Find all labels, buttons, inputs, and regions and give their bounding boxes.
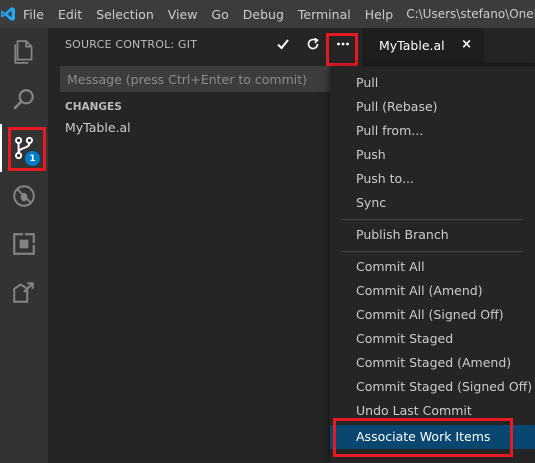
menu-item-pull-rebase[interactable]: Pull (Rebase) [330,95,535,119]
sidebar-title: SOURCE CONTROL: GIT [65,38,198,51]
menu-item-commit-staged-signed-off[interactable]: Commit Staged (Signed Off) [330,375,535,399]
activity-bar: 1 [0,28,48,463]
menu-item-publish-branch[interactable]: Publish Branch [330,223,535,247]
menu-item-associate-work-items[interactable]: Associate Work Items [330,425,535,449]
menu-item-undo-last-commit[interactable]: Undo Last Commit [330,399,535,423]
commit-check-icon[interactable] [268,32,298,56]
menu-separator [342,251,523,252]
remote-explorer-icon[interactable] [0,268,48,316]
debug-icon[interactable] [0,172,48,220]
menu-view[interactable]: View [161,7,205,22]
tab-mytable[interactable]: MyTable.al × [362,28,484,63]
explorer-icon[interactable] [0,28,48,76]
menu-item-sync[interactable]: Sync [330,191,535,215]
extensions-icon[interactable] [0,220,48,268]
sidebar-actions [268,32,358,56]
title-bar: File Edit Selection View Go Debug Termin… [0,0,535,28]
menu-file[interactable]: File [16,7,51,22]
menu-selection[interactable]: Selection [89,7,161,22]
window-title-path: C:\Users\stefano\OneDrive [406,7,535,21]
menu-item-pull[interactable]: Pull [330,71,535,95]
menu-debug[interactable]: Debug [236,7,291,22]
changes-header[interactable]: CHANGES [65,101,122,113]
menu-edit[interactable]: Edit [51,7,89,22]
menu-terminal[interactable]: Terminal [291,7,358,22]
editor-tabs-bar: MyTable.al × [362,28,535,63]
refresh-icon[interactable] [298,32,328,56]
more-actions-icon[interactable] [328,32,358,56]
vscode-logo-icon [0,0,16,28]
changed-file-item[interactable]: MyTable.al [65,120,131,135]
source-control-sidebar: SOURCE CONTROL: GIT CHANGES MyTable.al [48,28,362,463]
scm-badge: 1 [25,151,40,166]
source-control-more-actions-menu: Pull Pull (Rebase) Pull from... Push Pus… [330,66,535,463]
menu-item-push-to[interactable]: Push to... [330,167,535,191]
commit-message-input[interactable] [60,66,330,92]
tab-label: MyTable.al [379,38,445,53]
menu-item-commit-all-signed-off[interactable]: Commit All (Signed Off) [330,303,535,327]
tab-close-icon[interactable]: × [461,37,472,52]
menu-item-commit-staged-amend[interactable]: Commit Staged (Amend) [330,351,535,375]
menu-separator [342,219,523,220]
menu-item-push[interactable]: Push [330,143,535,167]
menu-help[interactable]: Help [358,7,401,22]
menu-item-commit-all[interactable]: Commit All [330,255,535,279]
menu-item-commit-all-amend[interactable]: Commit All (Amend) [330,279,535,303]
menu-go[interactable]: Go [204,7,235,22]
menu-item-commit-staged[interactable]: Commit Staged [330,327,535,351]
source-control-icon[interactable]: 1 [0,124,48,172]
search-icon[interactable] [0,76,48,124]
menu-item-pull-from[interactable]: Pull from... [330,119,535,143]
